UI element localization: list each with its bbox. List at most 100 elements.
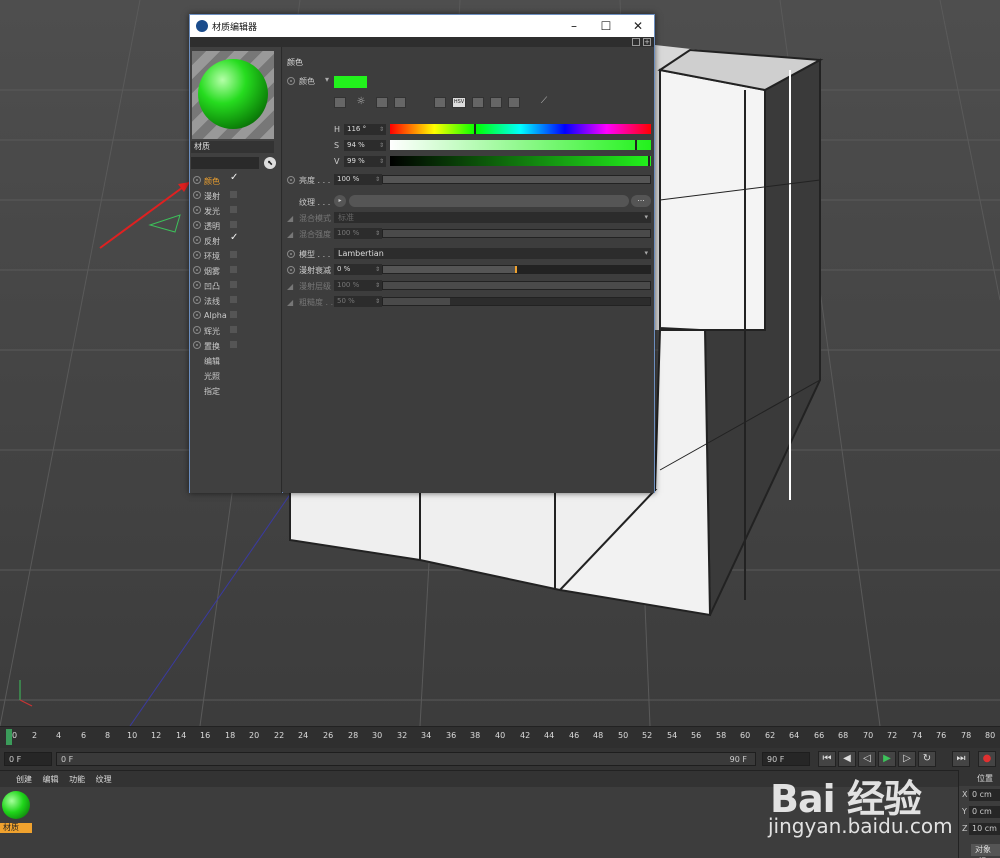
channel-diffuse[interactable]: 漫射 (190, 188, 282, 203)
slider-marker[interactable] (635, 140, 638, 150)
channel-radio[interactable] (193, 296, 201, 304)
expand-arrow-icon[interactable]: ▾ (325, 75, 329, 84)
channel-alpha[interactable]: Alpha (190, 308, 282, 323)
tab-illumination[interactable]: 光照 (190, 368, 282, 383)
rgb-mode-icon[interactable] (434, 97, 446, 108)
channel-luminance[interactable]: 发光 (190, 203, 282, 218)
channel-filter-input[interactable] (191, 157, 259, 169)
value-field[interactable]: 99 % ⇕ (344, 156, 386, 167)
channel-radio[interactable] (193, 266, 201, 274)
timeline-ruler[interactable]: 0 2 4 6 8 10 12 14 16 18 20 22 24 26 28 … (0, 726, 1000, 748)
material-thumbnail[interactable] (2, 791, 30, 819)
close-button[interactable]: ✕ (622, 15, 654, 37)
channel-radio[interactable] (193, 221, 201, 229)
channel-displacement[interactable]: 置换 (190, 338, 282, 353)
kelvin-mode-icon[interactable] (472, 97, 484, 108)
channel-checkbox[interactable]: ✓ (230, 172, 238, 183)
channel-radio[interactable] (193, 311, 201, 319)
brightness-slider[interactable] (382, 175, 651, 184)
blend-strength-value: 100 % (337, 229, 360, 237)
diffuse-level-slider[interactable] (382, 281, 651, 290)
menu-function[interactable]: 功能 (69, 775, 85, 784)
channel-radio[interactable] (193, 191, 201, 199)
channel-radio[interactable] (193, 341, 201, 349)
current-frame-field[interactable]: 0 F (4, 752, 52, 766)
picker-icon[interactable] (334, 97, 346, 108)
channel-transparency[interactable]: 透明 (190, 218, 282, 233)
wheel-icon[interactable]: ☼ (355, 97, 367, 108)
brightness-radio[interactable] (287, 176, 295, 184)
channel-environment[interactable]: 环境 (190, 248, 282, 263)
channel-checkbox[interactable] (230, 206, 237, 213)
material-name-field[interactable]: 材质 (191, 141, 274, 153)
channel-checkbox[interactable] (230, 311, 237, 318)
channel-radio[interactable] (193, 281, 201, 289)
lock-icon[interactable] (632, 38, 640, 46)
menu-texture[interactable]: 纹理 (96, 775, 112, 784)
channel-checkbox[interactable] (230, 341, 237, 348)
channel-radio[interactable] (193, 251, 201, 259)
roughness-slider[interactable] (382, 297, 651, 306)
diffuse-falloff-radio[interactable] (287, 266, 295, 274)
channel-radio[interactable] (193, 206, 201, 214)
tab-assignment[interactable]: 指定 (190, 383, 282, 398)
eyedropper-icon[interactable]: ⟋ (538, 97, 550, 108)
blend-strength-field[interactable]: 100 % ⇕ (334, 228, 382, 239)
window-titlebar[interactable]: 材质编辑器 – ☐ ✕ (190, 15, 654, 37)
mixer-icon[interactable] (490, 97, 502, 108)
channel-checkbox[interactable] (230, 191, 237, 198)
menu-edit[interactable]: 编辑 (43, 775, 59, 784)
channel-checkbox[interactable] (230, 251, 237, 258)
channel-checkbox[interactable] (230, 296, 237, 303)
channel-checkbox[interactable] (230, 326, 237, 333)
texture-browse-button[interactable]: ... (631, 195, 651, 207)
channel-radio[interactable] (193, 176, 201, 184)
hue-slider[interactable] (390, 124, 651, 134)
channel-normal[interactable]: 法线 (190, 293, 282, 308)
maximize-button[interactable]: ☐ (590, 15, 622, 37)
channel-bump[interactable]: 凹凸 (190, 278, 282, 293)
texture-arrow-icon[interactable]: ▸ (334, 195, 346, 207)
diffuse-falloff-slider[interactable] (382, 265, 651, 274)
tab-editor[interactable]: 编辑 (190, 353, 282, 368)
roughness-field[interactable]: 50 % ⇕ (334, 296, 382, 307)
channel-checkbox[interactable] (230, 281, 237, 288)
minimize-button[interactable]: – (558, 15, 590, 37)
model-radio[interactable] (287, 250, 295, 258)
color-radio[interactable] (287, 77, 295, 85)
channel-checkbox[interactable] (230, 266, 237, 273)
diffuse-level-field[interactable]: 100 % ⇕ (334, 280, 382, 291)
hsv-mode-icon[interactable]: HSV (452, 97, 466, 108)
spectrum-icon[interactable] (376, 97, 388, 108)
hue-field[interactable]: 116 ° ⇕ (344, 124, 386, 135)
material-preview[interactable] (192, 51, 274, 139)
color-swatch[interactable] (334, 76, 367, 88)
diffuse-falloff-field[interactable]: 0 % ⇕ (334, 264, 382, 275)
image-icon[interactable] (394, 97, 406, 108)
texture-slot[interactable] (349, 195, 629, 207)
channel-radio[interactable] (193, 326, 201, 334)
value-slider[interactable] (390, 156, 651, 166)
channel-checkbox[interactable] (230, 221, 237, 228)
channel-color[interactable]: 颜色 ✓ (190, 172, 282, 188)
blend-mode-dropdown[interactable]: 标准 ▾ (334, 212, 651, 223)
channel-checkbox[interactable]: ✓ (230, 232, 238, 243)
brightness-field[interactable]: 100 % ⇕ (334, 174, 382, 185)
model-label: 模型 . . . (299, 250, 331, 259)
slider-marker[interactable] (648, 156, 651, 166)
expand-icon[interactable]: + (643, 38, 651, 46)
swatches-icon[interactable] (508, 97, 520, 108)
material-thumbnail-label[interactable]: 材质 (0, 823, 32, 833)
frame-range-slider[interactable]: 0 F 90 F (56, 752, 756, 766)
saturation-field[interactable]: 94 % ⇕ (344, 140, 386, 151)
channel-radio[interactable] (193, 236, 201, 244)
pick-icon[interactable]: ⬉ (264, 157, 276, 169)
blend-strength-slider[interactable] (382, 229, 651, 238)
channel-fog[interactable]: 烟雾 (190, 263, 282, 278)
menu-create[interactable]: 创建 (16, 775, 32, 784)
slider-marker[interactable] (473, 124, 476, 134)
model-dropdown[interactable]: Lambertian ▾ (334, 248, 651, 259)
saturation-slider[interactable] (390, 140, 651, 150)
channel-reflectance[interactable]: 反射 ✓ (190, 232, 282, 248)
channel-glow[interactable]: 辉光 (190, 323, 282, 338)
